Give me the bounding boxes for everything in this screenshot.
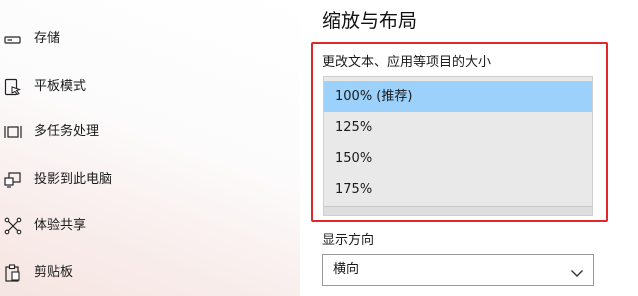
scale-option-125[interactable]: 125%: [324, 112, 592, 143]
sidebar-item-label: 多任务处理: [34, 124, 100, 139]
scale-label: 更改文本、应用等项目的大小: [322, 55, 492, 70]
shared-experiences-icon: [3, 217, 23, 235]
tablet-mode-icon: [3, 78, 23, 96]
project-to-pc-icon: [3, 171, 23, 189]
sidebar-item-multitasking[interactable]: 多任务处理: [0, 117, 300, 147]
orientation-value: 横向: [333, 262, 360, 277]
multitasking-icon: [3, 123, 23, 141]
scale-option-label: 125%: [335, 120, 373, 135]
scale-option-label: 100% (推荐): [335, 89, 413, 104]
sidebar-item-label: 剪贴板: [34, 265, 74, 280]
sidebar-item-storage[interactable]: 存储: [0, 24, 300, 54]
scale-dropdown-list[interactable]: 100% (推荐) 125% 150% 175%: [323, 76, 593, 216]
sidebar-item-clipboard[interactable]: 剪贴板: [0, 258, 300, 288]
scale-option-label: 175%: [335, 182, 373, 197]
sidebar-item-tablet-mode[interactable]: 平板模式: [0, 72, 300, 102]
scale-option-label: 150%: [335, 151, 373, 166]
scale-option-175[interactable]: 175%: [324, 174, 592, 205]
orientation-label: 显示方向: [322, 233, 375, 248]
scale-option-100[interactable]: 100% (推荐): [324, 81, 592, 112]
settings-sidebar: 存储 平板模式 多任务处理 投影到此电脑 体验共享 剪贴板: [0, 0, 300, 296]
sidebar-item-label: 体验共享: [34, 218, 87, 233]
clipboard-icon: [3, 264, 23, 282]
sidebar-item-label: 投影到此电脑: [34, 172, 113, 187]
storage-icon: [3, 30, 23, 48]
dropdown-underlay: [324, 206, 592, 215]
sidebar-item-project-to-pc[interactable]: 投影到此电脑: [0, 165, 300, 195]
section-title: 缩放与布局: [322, 10, 418, 32]
scale-option-150[interactable]: 150%: [324, 143, 592, 174]
sidebar-item-shared-experiences[interactable]: 体验共享: [0, 211, 300, 241]
chevron-down-icon: [570, 264, 584, 277]
sidebar-item-label: 存储: [34, 31, 61, 46]
sidebar-item-label: 平板模式: [34, 79, 87, 94]
orientation-dropdown[interactable]: 横向: [322, 254, 594, 286]
